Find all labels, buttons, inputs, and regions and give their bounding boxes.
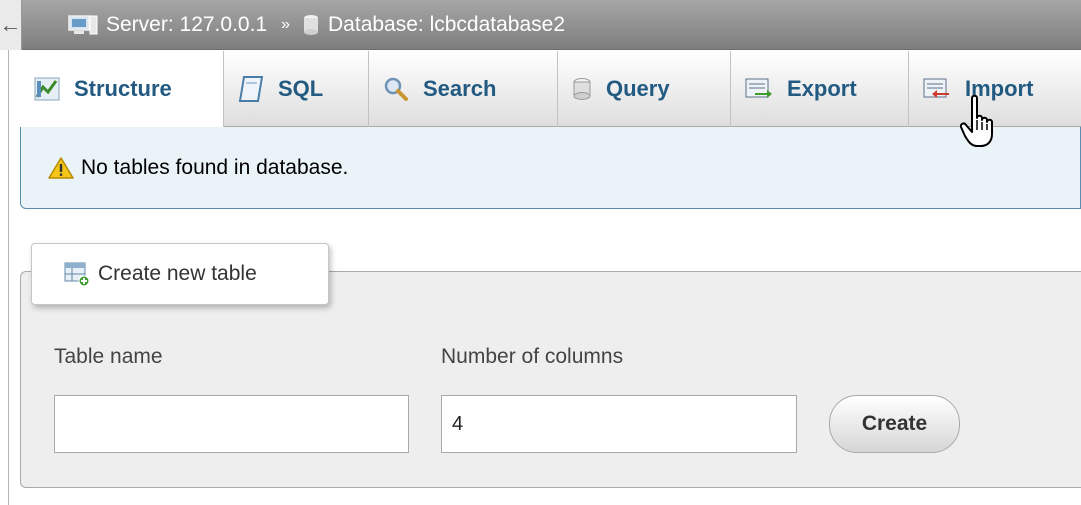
tab-sql[interactable]: SQL: [224, 51, 369, 127]
tab-search-label: Search: [423, 76, 497, 101]
breadcrumb-database[interactable]: Database: lcbcdatabase2: [302, 13, 565, 37]
warning-icon: [48, 156, 74, 179]
num-columns-label: Number of columns: [441, 345, 624, 368]
server-icon: [68, 14, 98, 34]
tab-export-label: Export: [787, 76, 857, 101]
breadcrumb-bar: ← Server: 127.0.0.1 » Database: lcbcdata…: [0, 0, 1081, 50]
tab-query[interactable]: Query: [558, 51, 731, 127]
tab-structure[interactable]: Structure: [20, 51, 224, 127]
tab-sql-label: SQL: [278, 76, 324, 101]
create-table-legend-text: Create new table: [98, 262, 257, 285]
arrow-left-icon: ←: [0, 11, 22, 37]
table-name-input[interactable]: [54, 395, 409, 453]
tab-search[interactable]: Search: [369, 51, 558, 127]
breadcrumb-separator: »: [281, 15, 291, 33]
breadcrumb-server[interactable]: Server: 127.0.0.1: [68, 13, 267, 37]
create-table-legend: Create new table: [31, 243, 329, 305]
tab-structure-label: Structure: [74, 76, 172, 101]
new-table-icon: [64, 262, 90, 287]
tab-export[interactable]: Export: [731, 51, 909, 127]
collapse-sidebar-button[interactable]: ←: [0, 0, 22, 50]
query-icon: [573, 78, 591, 100]
sql-icon: [238, 76, 264, 102]
search-icon: [384, 77, 408, 101]
import-icon: [923, 78, 949, 98]
tab-query-label: Query: [606, 76, 670, 101]
server-label: Server: 127.0.0.1: [106, 12, 268, 36]
create-button[interactable]: Create: [829, 395, 960, 453]
database-label: Database: lcbcdatabase2: [328, 12, 566, 36]
database-icon: [304, 14, 319, 35]
sidebar-divider: [8, 50, 9, 505]
main-tabs: Structure SQL Search Query Export Import: [20, 51, 1081, 127]
num-columns-input[interactable]: [441, 395, 797, 453]
table-name-label: Table name: [54, 345, 163, 368]
notice-message: No tables found in database.: [20, 127, 1081, 209]
structure-icon: [34, 77, 60, 101]
notice-text: No tables found in database.: [81, 155, 349, 179]
hand-pointer-icon: [960, 94, 993, 147]
export-icon: [745, 78, 772, 98]
